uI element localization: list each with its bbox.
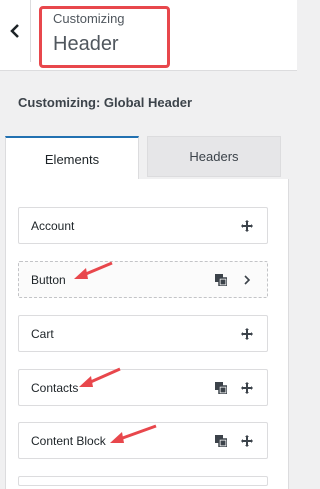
element-label: Cart <box>31 326 54 341</box>
tab-label: Headers <box>189 149 239 164</box>
element-item-content-block[interactable]: Content Block <box>18 422 268 459</box>
duplicate-icon[interactable] <box>215 434 227 447</box>
move-icon[interactable] <box>241 327 253 340</box>
annotation-highlight-box <box>39 6 170 68</box>
element-label: Content Block <box>31 433 106 448</box>
section-title: Customizing: Global Header <box>18 95 193 110</box>
element-item-account[interactable]: Account <box>18 207 268 244</box>
chevron-left-icon <box>10 24 19 38</box>
element-label: Contacts <box>31 380 79 395</box>
element-item-button[interactable]: Button <box>18 261 268 298</box>
element-item-partial[interactable] <box>18 476 268 486</box>
move-icon[interactable] <box>241 219 253 232</box>
element-item-cart[interactable]: Cart <box>18 315 268 352</box>
chevron-right-icon[interactable] <box>241 274 253 286</box>
tab-label: Elements <box>44 151 100 167</box>
duplicate-icon[interactable] <box>215 273 227 286</box>
element-label: Account <box>31 218 75 233</box>
duplicate-icon[interactable] <box>215 381 227 394</box>
element-item-contacts[interactable]: Contacts <box>18 369 268 406</box>
tab-headers[interactable]: Headers <box>147 136 281 177</box>
customizer-header: Customizing Header <box>0 0 297 71</box>
move-icon[interactable] <box>241 381 253 394</box>
tab-elements[interactable]: Elements <box>5 136 139 180</box>
back-button[interactable] <box>0 0 31 62</box>
element-label: Button <box>31 272 66 287</box>
move-icon[interactable] <box>241 434 253 447</box>
